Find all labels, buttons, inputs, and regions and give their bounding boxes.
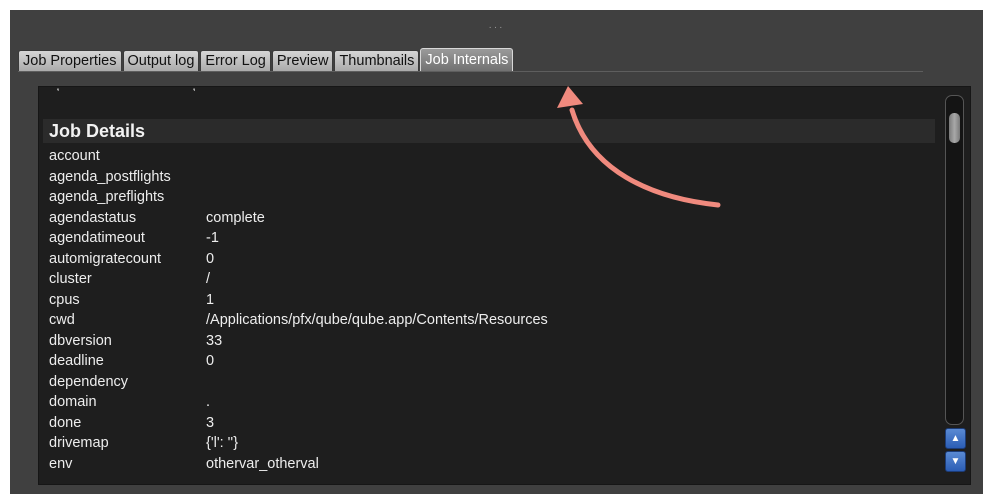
row-key: cpus	[49, 291, 80, 308]
table-row: drivemap {'l': ''}	[49, 433, 929, 454]
row-value: /Applications/pfx/qube/qube.app/Contents…	[206, 312, 548, 328]
section-header: Job Details	[43, 119, 935, 143]
table-row: cwd/Applications/pfx/qube/qube.app/Conte…	[49, 310, 929, 331]
row-key: env	[49, 455, 73, 472]
scroll-up-button[interactable]: ▲	[945, 428, 966, 449]
row-value: 0	[206, 250, 215, 267]
chevron-up-icon: ▲	[950, 433, 961, 444]
table-row: dependency	[49, 372, 929, 393]
table-row: deadline 0	[49, 351, 929, 372]
table-row: done 3	[49, 413, 929, 434]
row-key: dependency	[49, 373, 129, 390]
row-key: agenda_postflights	[49, 168, 171, 185]
chevron-down-icon: ▼	[950, 456, 961, 467]
tab-output-log[interactable]: Output log	[122, 50, 200, 72]
tab-thumbnails[interactable]: Thumbnails	[334, 50, 420, 72]
scroll-down-button[interactable]: ▼	[945, 451, 966, 472]
table-row: agenda_preflights	[49, 187, 929, 208]
row-key: agendatimeout	[49, 230, 145, 246]
table-row: agendastatus complete	[49, 208, 929, 229]
tab-error-log[interactable]: Error Log	[200, 50, 271, 72]
row-key: cwd	[49, 312, 75, 328]
scrollbar-track[interactable]	[945, 95, 964, 425]
tab-divider	[18, 71, 923, 72]
row-value: .	[206, 394, 211, 410]
drag-handle-icon[interactable]: ···	[10, 23, 983, 33]
row-key: agendastatus	[49, 209, 137, 226]
table-row: dbversion 33	[49, 331, 929, 352]
row-value: 3	[206, 414, 215, 431]
row-key: drivemap	[49, 435, 109, 451]
table-row: agendatimeout -1	[49, 228, 929, 249]
tab-job-properties[interactable]: Job Properties	[18, 50, 122, 72]
row-key: cluster	[49, 271, 92, 287]
row-value: {'l': ''}	[206, 435, 239, 451]
row-value: complete	[206, 209, 265, 226]
table-row: cpus 1	[49, 290, 929, 311]
row-key: automigratecount	[49, 250, 162, 267]
row-value: othervar_otherval	[206, 455, 319, 472]
tab-preview[interactable]: Preview	[271, 50, 334, 72]
row-key: done	[49, 414, 82, 431]
row-key: dbversion	[49, 332, 112, 349]
detail-rows: account agenda_postflights agenda_prefli…	[49, 146, 929, 474]
table-row: account	[49, 146, 929, 167]
tab-bar: Job Properties Output log Error Log Prev…	[18, 48, 514, 72]
section-title: Job Details	[49, 121, 146, 141]
row-value: 33	[206, 332, 223, 349]
vertical-scrollbar[interactable]: ▲ ▼	[945, 95, 966, 477]
row-key: agenda_preflights	[49, 189, 165, 205]
row-key: account	[49, 148, 100, 164]
table-row: cluster /	[49, 269, 929, 290]
table-row: automigratecount 0	[49, 249, 929, 270]
row-value: 0	[206, 353, 215, 369]
job-internals-panel[interactable]: ‘​ , , Job Details account agenda_postfl…	[38, 86, 971, 485]
clipped-row-above: ‘​ , ,	[49, 87, 249, 91]
table-row: agenda_postflights	[49, 167, 929, 188]
table-row: env othervar_otherval	[49, 454, 929, 475]
row-value: /	[206, 271, 211, 287]
tab-job-internals[interactable]: Job Internals	[420, 48, 514, 72]
scrollbar-thumb[interactable]	[949, 113, 960, 143]
job-window: ··· Job Properties Output log Error Log …	[10, 10, 983, 494]
row-key: domain	[49, 394, 97, 410]
row-key: deadline	[49, 353, 104, 369]
row-value: -1	[206, 230, 219, 246]
row-value: 1	[206, 291, 215, 308]
table-row: domain.	[49, 392, 929, 413]
